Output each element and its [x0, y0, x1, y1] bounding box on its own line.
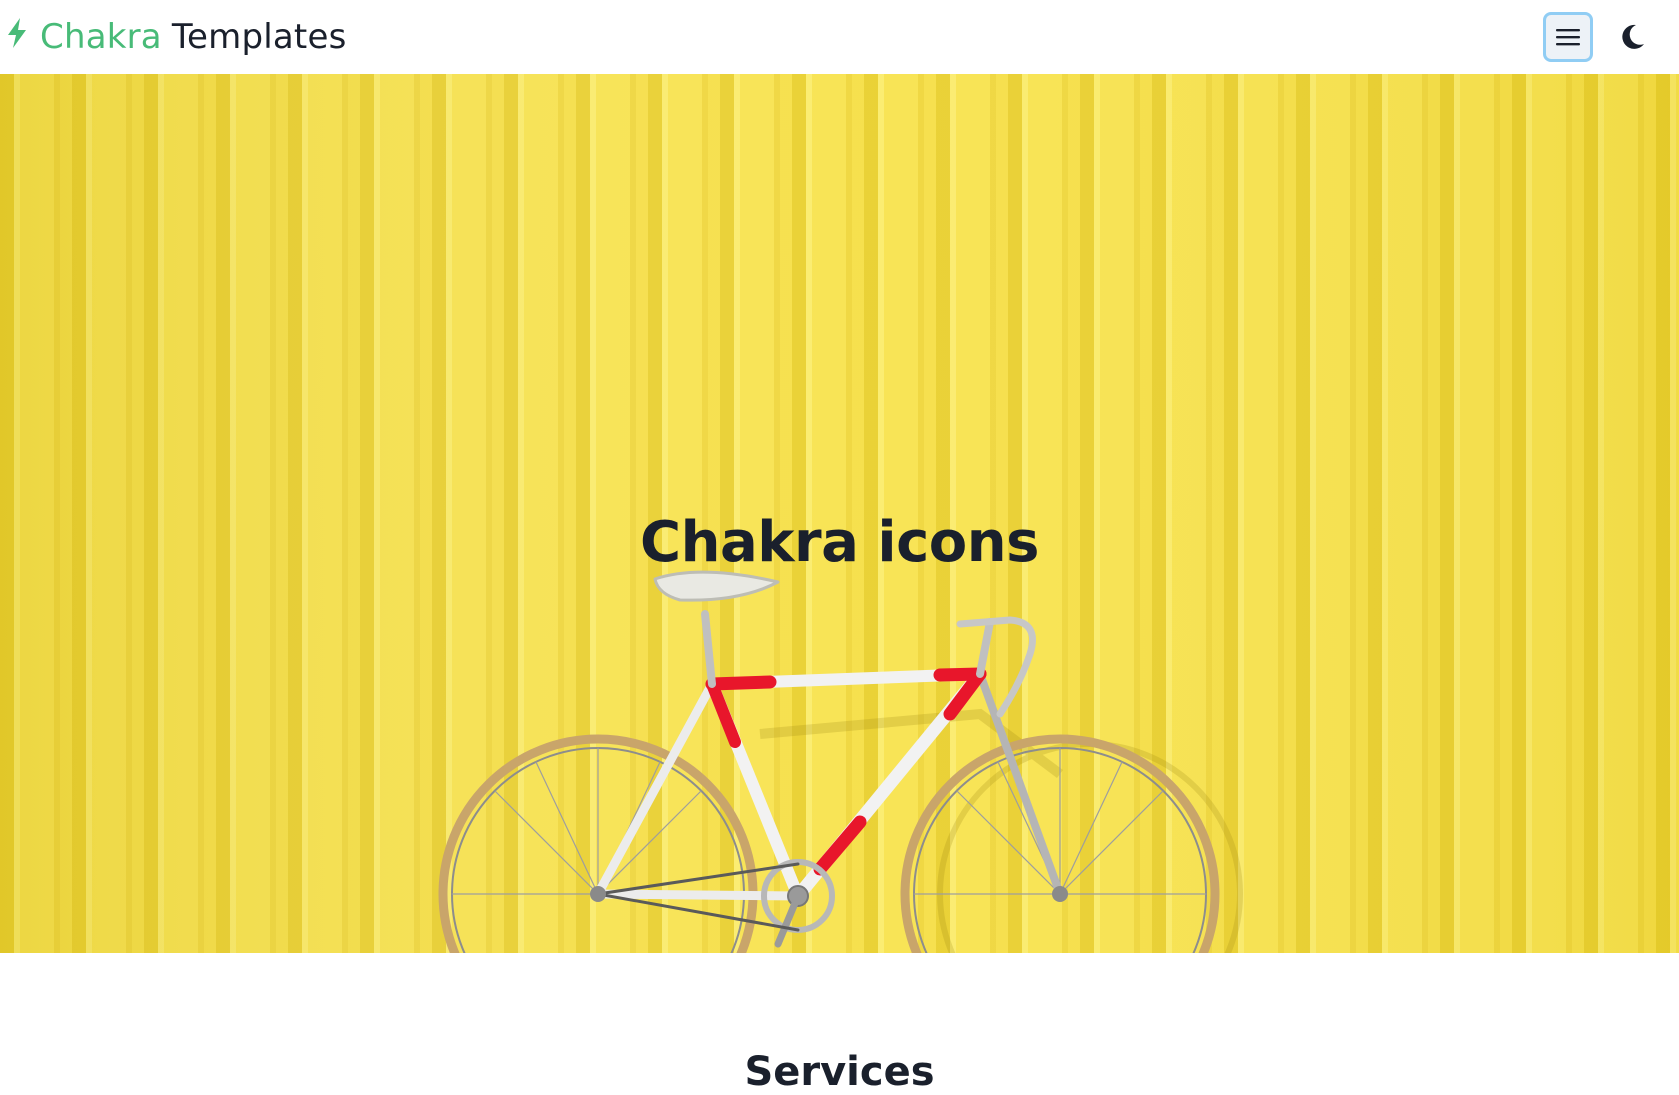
hamburger-menu-icon: [1556, 29, 1580, 46]
nav-actions: [1543, 12, 1653, 62]
hero-section: Chakra icons: [0, 74, 1679, 953]
menu-button[interactable]: [1543, 12, 1593, 62]
brand-logo[interactable]: Chakra Templates: [6, 0, 346, 74]
hero-title: Chakra icons: [640, 509, 1039, 575]
brand-name: Chakra Templates: [40, 17, 346, 57]
navbar: Chakra Templates: [0, 0, 1679, 74]
moon-icon: [1622, 24, 1644, 49]
services-heading: Services: [744, 1049, 935, 1095]
color-mode-toggle[interactable]: [1613, 17, 1653, 57]
lightning-bolt-icon: [8, 18, 26, 48]
brand-main-text: Templates: [171, 17, 347, 57]
brand-accent-text: Chakra: [40, 17, 162, 57]
